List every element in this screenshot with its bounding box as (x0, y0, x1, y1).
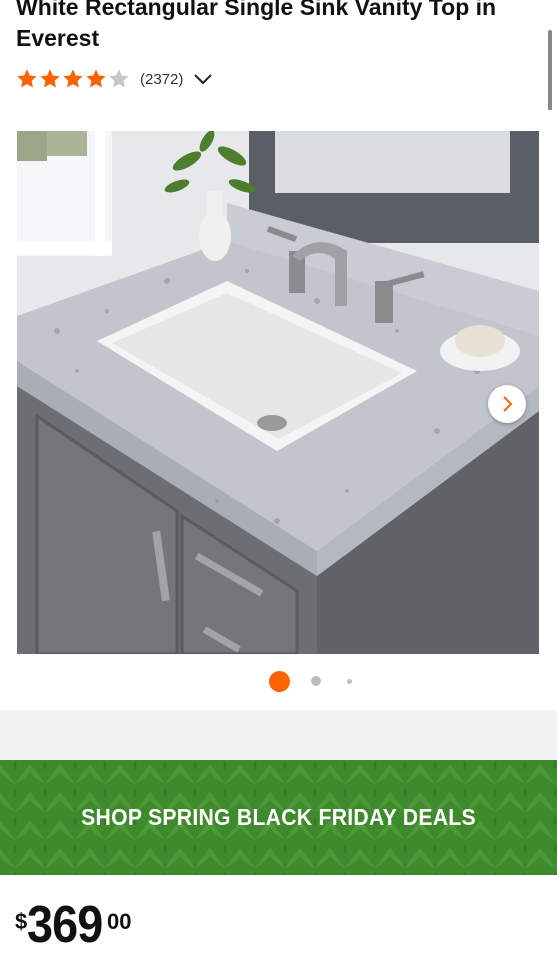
carousel-dot[interactable] (311, 676, 321, 686)
promo-banner[interactable]: SHOP SPRING BLACK FRIDAY DEALS (0, 760, 557, 875)
carousel-dots (0, 670, 557, 694)
next-image-button[interactable] (488, 385, 526, 423)
product-title: White Rectangular Single Sink Vanity Top… (16, 0, 497, 51)
star-icon (40, 69, 60, 88)
price-cents: 00 (107, 909, 132, 934)
price-currency: $ (15, 909, 28, 934)
review-count[interactable]: (2372) (140, 71, 183, 88)
price-dollars: 369 (27, 896, 103, 954)
star-rating (16, 68, 131, 90)
star-icon (109, 69, 129, 88)
chevron-right-icon (503, 396, 513, 412)
star-icon (63, 69, 83, 88)
carousel-dot[interactable] (347, 679, 352, 684)
rating-row[interactable]: (2372) (16, 66, 213, 92)
star-icon (86, 69, 106, 88)
section-divider (0, 710, 557, 760)
vanity-sink-photo[interactable] (17, 131, 539, 654)
chevron-down-icon[interactable] (193, 72, 213, 86)
carousel-dot-active[interactable] (269, 671, 290, 692)
star-icon (17, 69, 37, 88)
image-gallery (0, 110, 557, 710)
price: $ 369 00 (15, 895, 132, 960)
promo-text[interactable]: SHOP SPRING BLACK FRIDAY DEALS (22, 760, 534, 875)
vanity-illustration (17, 131, 539, 654)
